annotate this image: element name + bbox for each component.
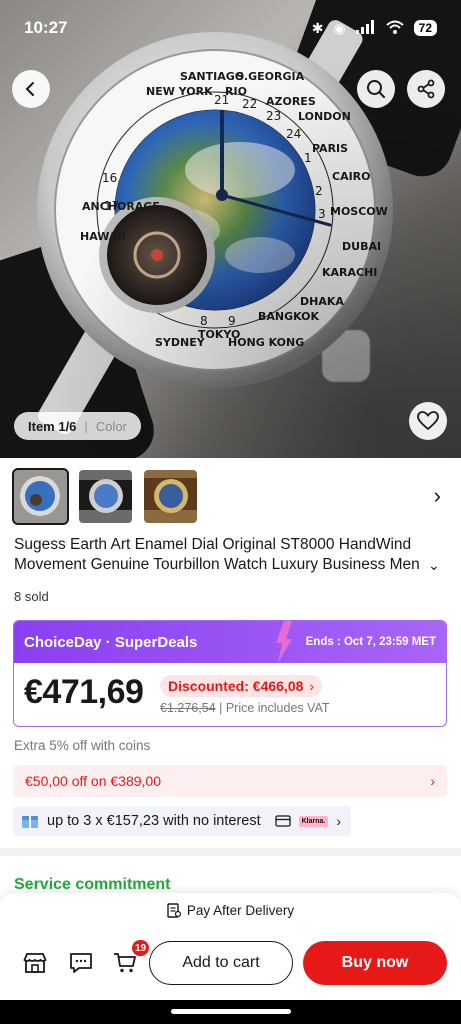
deal-end-time: Ends : Oct 7, 23:59 MET [305,636,436,648]
card-icon [274,815,291,827]
coins-offer: Extra 5% off with coins [14,738,151,753]
superdeals-header: ChoiceDay · SuperDeals Ends : Oct 7, 23:… [14,621,446,663]
status-bar: 10:27 ✱ ◉ 72 [0,0,461,56]
thumbnail-2[interactable] [79,469,132,523]
status-time: 10:27 [24,18,68,37]
bluetooth-icon: ✱ [311,19,324,36]
thumbnail-image [144,469,197,523]
title-expand-chevron-icon[interactable]: ⌄ [428,557,440,574]
superdeals-brand: ChoiceDay · SuperDeals [24,633,198,651]
pay-after-delivery-row: Pay After Delivery [0,903,461,918]
signal-icon [355,19,376,37]
chevron-right-icon: › [336,813,342,829]
share-button[interactable] [407,70,445,108]
search-icon [367,80,385,98]
coupon-text: €50,00 off on €389,00 [25,773,161,789]
vat-note: Price includes VAT [225,701,330,715]
cart-icon [114,953,136,973]
price-separator: | [219,701,226,715]
gallery-counter-text: Item 1/6 [28,418,77,434]
battery-indicator: 72 [413,20,437,36]
home-indicator[interactable] [171,1009,291,1014]
chevron-left-icon [25,82,34,96]
thumbnail-3[interactable] [144,469,197,523]
thumbnail-1[interactable] [12,467,69,525]
product-title: Sugess Earth Art Enamel Dial Original ST… [14,536,420,573]
price-row: €471,69 [24,673,144,712]
lightning-bolt-icon [276,621,292,663]
installments-banner[interactable]: up to 3 x €157,23 with no interest Klarn… [13,806,352,836]
cart-button[interactable]: 19 [110,940,150,978]
store-button[interactable] [20,948,50,978]
cart-count-badge: 19 [132,940,150,956]
gift-icon [22,816,38,828]
chevron-right-icon: › [430,773,435,789]
message-button[interactable] [66,948,96,978]
search-button[interactable] [357,70,395,108]
pay-after-delivery-text: Pay After Delivery [186,903,295,918]
service-commitment-title: Service commitment [14,876,171,893]
heart-icon [417,411,439,431]
thumbnail-strip: › [12,467,447,525]
discounted-price-text: Discounted: €466,08 [168,678,304,694]
gallery-counter-separator: | [84,418,88,434]
nfc-icon: ◉ [333,19,346,36]
add-to-cart-button[interactable]: Add to cart [149,941,293,985]
store-icon [23,953,47,973]
gallery-counter: Item 1/6 | Color [14,412,141,440]
klarna-logo: Klarna. [298,815,329,827]
back-button[interactable] [12,70,50,108]
chevron-right-icon: › [309,678,315,694]
installments-text: up to 3 x €157,23 with no interest [47,813,261,829]
wifi-icon [385,20,404,37]
buy-now-button[interactable]: Buy now [303,941,447,985]
superdeals-card: ChoiceDay · SuperDeals Ends : Oct 7, 23:… [13,620,447,727]
receipt-icon [167,903,181,918]
chat-icon [70,953,92,973]
thumbnail-image [79,469,132,523]
coupon-banner[interactable]: €50,00 off on €389,00 › [13,765,447,797]
original-price: €1.276,54 [160,701,216,715]
wishlist-button[interactable] [409,402,447,440]
product-image-gallery[interactable]: SANTIAGO S.GEORGIA NEW YORK RIO AZORES L… [0,0,461,458]
thumbnail-next-chevron-icon[interactable]: › [434,483,441,509]
section-divider [0,848,461,856]
thumbnail-image [14,469,67,523]
gallery-variant-label[interactable]: Color [96,419,127,434]
current-price: €471,69 [24,673,144,711]
discounted-price-badge[interactable]: Discounted: €466,08 › [160,675,323,697]
status-icons: ✱ ◉ 72 [311,19,437,37]
sold-count: 8 sold [14,589,49,604]
original-price-row: €1.276,54 | Price includes VAT [160,701,330,715]
share-icon [417,79,435,99]
